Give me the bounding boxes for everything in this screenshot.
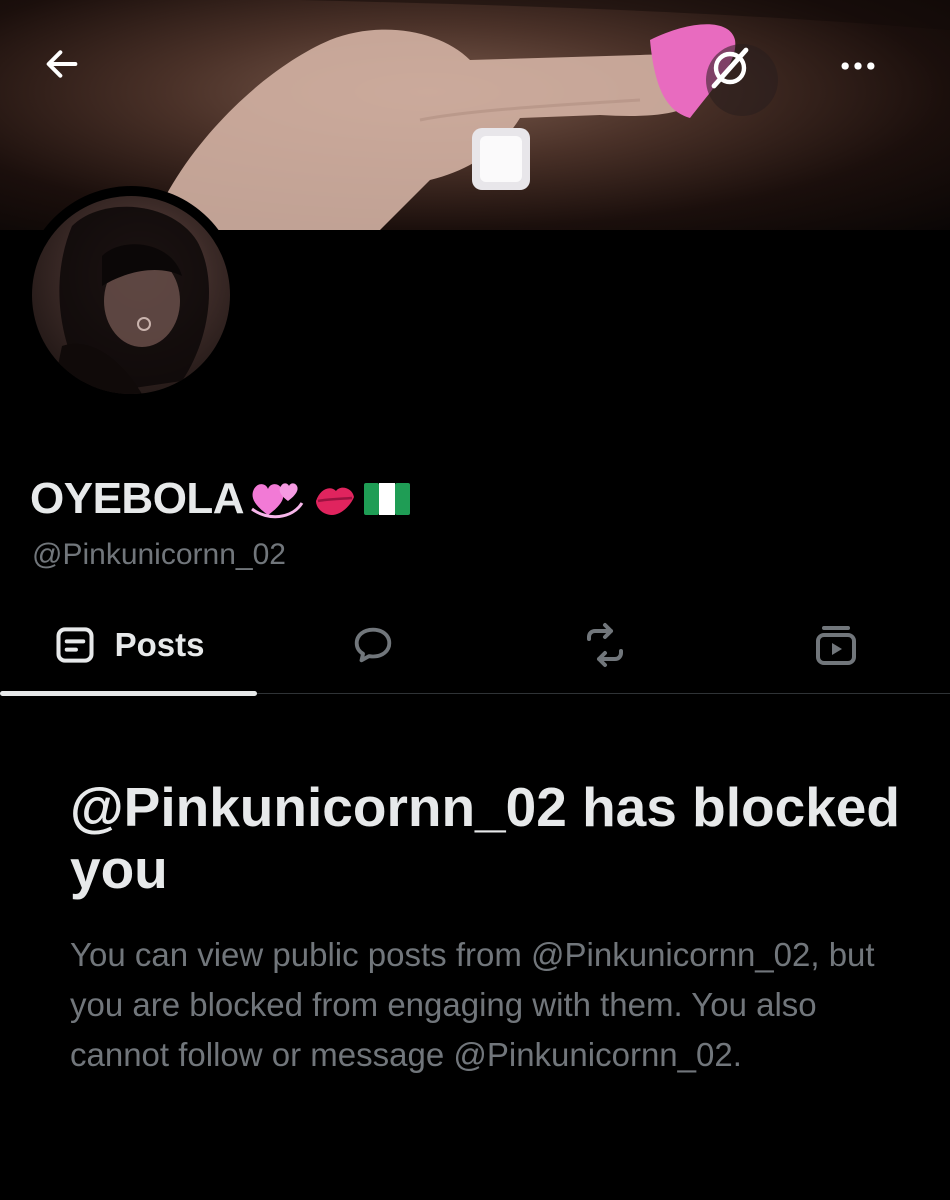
posts-icon xyxy=(56,627,94,663)
profile-tabs: Posts xyxy=(0,596,950,696)
active-tab-indicator xyxy=(0,691,257,696)
avatar-image xyxy=(32,196,230,394)
arrow-left-icon xyxy=(46,50,78,78)
profile-page: OYEBOLA @Pinkunicornn_02 Posts @Pinkunic… xyxy=(0,0,950,1200)
blocked-title: @Pinkunicornn_02 has blocked you xyxy=(70,776,900,900)
tab-media[interactable] xyxy=(721,596,950,694)
avatar[interactable] xyxy=(22,186,240,404)
tab-posts[interactable]: Posts xyxy=(0,596,257,696)
more-button[interactable] xyxy=(836,44,908,116)
revolving-hearts-emoji xyxy=(248,475,306,523)
media-icon xyxy=(815,626,856,665)
tab-reposts[interactable] xyxy=(489,596,721,694)
back-button[interactable] xyxy=(42,44,114,116)
repost-icon xyxy=(587,623,623,667)
more-horizontal-icon xyxy=(841,62,875,70)
display-name-text: OYEBOLA xyxy=(30,474,245,523)
grok-icon xyxy=(711,47,749,89)
nigeria-flag-emoji xyxy=(362,479,412,519)
blocked-body: You can view public posts from @Pinkunic… xyxy=(70,936,875,1073)
grok-button[interactable] xyxy=(706,44,778,116)
profile-handle: @Pinkunicornn_02 xyxy=(32,538,286,571)
tab-posts-label: Posts xyxy=(114,626,205,663)
display-name: OYEBOLA xyxy=(30,474,412,524)
kiss-mark-emoji xyxy=(310,477,358,521)
reply-icon xyxy=(354,627,392,663)
tab-replies[interactable] xyxy=(257,596,489,694)
